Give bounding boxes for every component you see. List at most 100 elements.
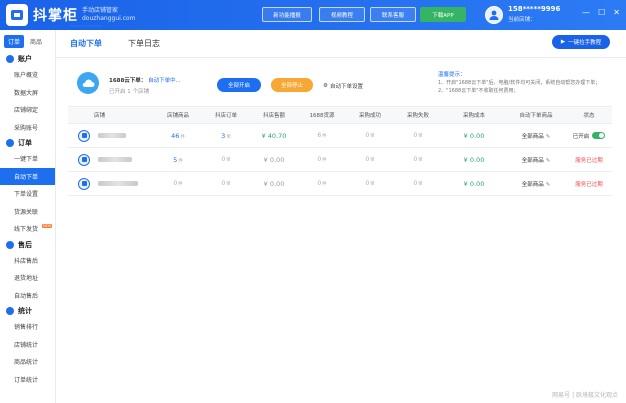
- status-toggle[interactable]: [592, 132, 606, 139]
- user-phone: 158*****9996: [508, 5, 561, 13]
- sales-amount: ¥ 0.00: [263, 179, 285, 188]
- shop-table: 店铺 店铺商品 抖店订单 抖店售额 1688货源 采购成功 采购失败 采购成本 …: [68, 106, 612, 196]
- sidebar-item-purchase-account[interactable]: 采购账号: [0, 119, 55, 137]
- close-icon[interactable]: ✕: [613, 8, 620, 17]
- maximize-icon[interactable]: ☐: [598, 8, 605, 17]
- sidebar-section-account[interactable]: 账户: [0, 52, 55, 66]
- table-row: 46件 3单 ¥ 40.70 6件 0单 0单 ¥ 0.00 全部商品 ✎ 已开启: [68, 124, 612, 148]
- shop-icon: [78, 153, 90, 166]
- order-icon: [6, 139, 14, 147]
- source-count: 0: [317, 180, 322, 187]
- download-app-button[interactable]: 下载APP: [420, 7, 466, 22]
- status-cell: 已开启: [566, 132, 612, 140]
- auto-order-settings-link[interactable]: ⚙ 自动下单设置: [323, 82, 363, 90]
- shop-goods-count: 0: [173, 180, 178, 187]
- logo-icon: [6, 4, 28, 26]
- sidebar-item-one-click-order[interactable]: 一键下单: [0, 150, 55, 168]
- sidebar-item-data-screen[interactable]: 数据大屏: [0, 84, 55, 102]
- edit-icon[interactable]: ✎: [546, 158, 551, 164]
- order-count: 0: [221, 156, 226, 163]
- col-shop-goods: 店铺商品: [166, 113, 189, 119]
- shop-icon: [78, 177, 90, 190]
- shop-icon: [78, 129, 90, 142]
- card-subtitle: 已开启 1 个店铺: [109, 89, 149, 95]
- col-success: 采购成功: [358, 113, 381, 119]
- sidebar-section-orders[interactable]: 订单: [0, 136, 55, 150]
- col-auto-goods: 自动下单商品: [519, 113, 553, 119]
- sidebar-item-source-link[interactable]: 货源关联: [0, 203, 55, 221]
- app-sub-line1: 手动店铺管家: [82, 7, 119, 14]
- success-count: 0: [365, 132, 370, 139]
- col-orders: 抖店订单: [214, 113, 237, 119]
- account-icon: [6, 55, 14, 63]
- card-title: 1688云下单： 自动下单中...: [109, 78, 181, 84]
- fail-count: 0: [413, 156, 418, 163]
- enable-all-button[interactable]: 全部开启: [217, 78, 261, 92]
- sidebar-item-shop-binding[interactable]: 店铺绑定: [0, 101, 55, 119]
- edit-icon[interactable]: ✎: [546, 182, 551, 188]
- app-name: 抖掌柜: [33, 8, 78, 24]
- shop-goods-count[interactable]: 46: [171, 132, 179, 140]
- guide-button[interactable]: ▶ 一键拉手教程: [552, 35, 610, 49]
- sidebar-item-return-address[interactable]: 退货地址: [0, 269, 55, 287]
- order-count[interactable]: 3: [221, 132, 225, 140]
- success-count: 0: [365, 180, 370, 187]
- sidebar: 订单 商品 账户 账户概览 数据大屏 店铺绑定 采购账号 订单 一键下单 自动下…: [0, 30, 56, 403]
- shop-goods-count[interactable]: 5: [173, 156, 177, 164]
- edit-icon[interactable]: ✎: [546, 134, 551, 140]
- tab-auto-order[interactable]: 自动下单: [70, 38, 102, 49]
- watermark: 网易号 | 跃境极文化观点: [552, 392, 618, 399]
- main-tabs: 自动下单 下单日志: [56, 30, 626, 58]
- minimize-icon[interactable]: —: [582, 8, 590, 17]
- order-count: 0: [221, 180, 226, 187]
- sales-amount: ¥ 40.70: [261, 131, 287, 140]
- auto-goods-cell[interactable]: 全部商品 ✎: [506, 180, 566, 188]
- cost-amount: ¥ 0.00: [463, 155, 485, 164]
- app-logo: 抖掌柜 手动店铺管家 douzhanggui.com: [6, 4, 136, 26]
- sidebar-item-order-settings[interactable]: 下单设置: [0, 185, 55, 203]
- sidebar-item-auto-order[interactable]: 自动下单: [0, 167, 55, 185]
- col-source: 1688货源: [309, 113, 335, 119]
- sidebar-item-sales-ranking[interactable]: 销售排行: [0, 318, 55, 336]
- col-fail: 采购失败: [406, 113, 429, 119]
- shop-name-blurred: [98, 157, 132, 162]
- sidebar-item-auto-aftersale[interactable]: 自动售后: [0, 287, 55, 305]
- fail-count: 0: [413, 180, 418, 187]
- shop-cell: [68, 177, 154, 190]
- sidebar-item-shop-stats[interactable]: 店铺统计: [0, 336, 55, 354]
- stop-all-button[interactable]: 全部停止: [271, 78, 313, 92]
- new-badge: NEW: [42, 224, 53, 228]
- sidebar-item-shop-aftersale[interactable]: 抖店售后: [0, 252, 55, 270]
- sidebar-tabs: 订单 商品: [0, 30, 55, 52]
- new-features-button[interactable]: 新功能播报: [262, 7, 312, 22]
- sidebar-tab-orders[interactable]: 订单: [4, 35, 25, 48]
- video-tutorial-button[interactable]: 视频教程: [319, 7, 365, 22]
- sidebar-item-order-stats[interactable]: 订单统计: [0, 371, 55, 389]
- sidebar-item-offline-shipping[interactable]: 线下发货 NEW: [0, 220, 55, 238]
- tips-title: 温馨提示：: [438, 72, 466, 78]
- auto-goods-cell[interactable]: 全部商品 ✎: [506, 132, 566, 140]
- table-row: 0件 0单 ¥ 0.00 0件 0单 0单 ¥ 0.00 全部商品 ✎ 服务已过期: [68, 172, 612, 196]
- fail-count: 0: [413, 132, 418, 139]
- shop-name-blurred: [98, 181, 138, 186]
- sidebar-section-aftersale[interactable]: 售后: [0, 238, 55, 252]
- tips-line-2: 2、"1688云下单"不收取任何费用；: [438, 88, 519, 94]
- cost-amount: ¥ 0.00: [463, 179, 485, 188]
- sidebar-item-product-stats[interactable]: 商品统计: [0, 353, 55, 371]
- sidebar-tab-products[interactable]: 商品: [26, 35, 46, 48]
- status-link[interactable]: 自动下单中...: [148, 78, 181, 84]
- sidebar-item-account-overview[interactable]: 账户概览: [0, 66, 55, 84]
- tab-order-log[interactable]: 下单日志: [128, 38, 160, 49]
- active-tab-indicator: [70, 25, 102, 27]
- contact-service-button[interactable]: 联系客服: [370, 7, 416, 22]
- auto-goods-cell[interactable]: 全部商品 ✎: [506, 156, 566, 164]
- cloud-order-card: 1688云下单： 自动下单中... 已开启 1 个店铺 全部开启 全部停止 ⚙ …: [68, 66, 612, 102]
- avatar[interactable]: [485, 6, 503, 24]
- col-status: 状态: [583, 113, 595, 119]
- shop-name-blurred: [98, 133, 126, 138]
- user-shop: 当前店铺：: [508, 17, 536, 23]
- table-row: 5件 0单 ¥ 0.00 0件 0单 0单 ¥ 0.00 全部商品 ✎ 服务已过期: [68, 148, 612, 172]
- sidebar-section-stats[interactable]: 统计: [0, 304, 55, 318]
- status-cell: 服务已过期: [575, 157, 603, 164]
- user-icon: [489, 10, 499, 20]
